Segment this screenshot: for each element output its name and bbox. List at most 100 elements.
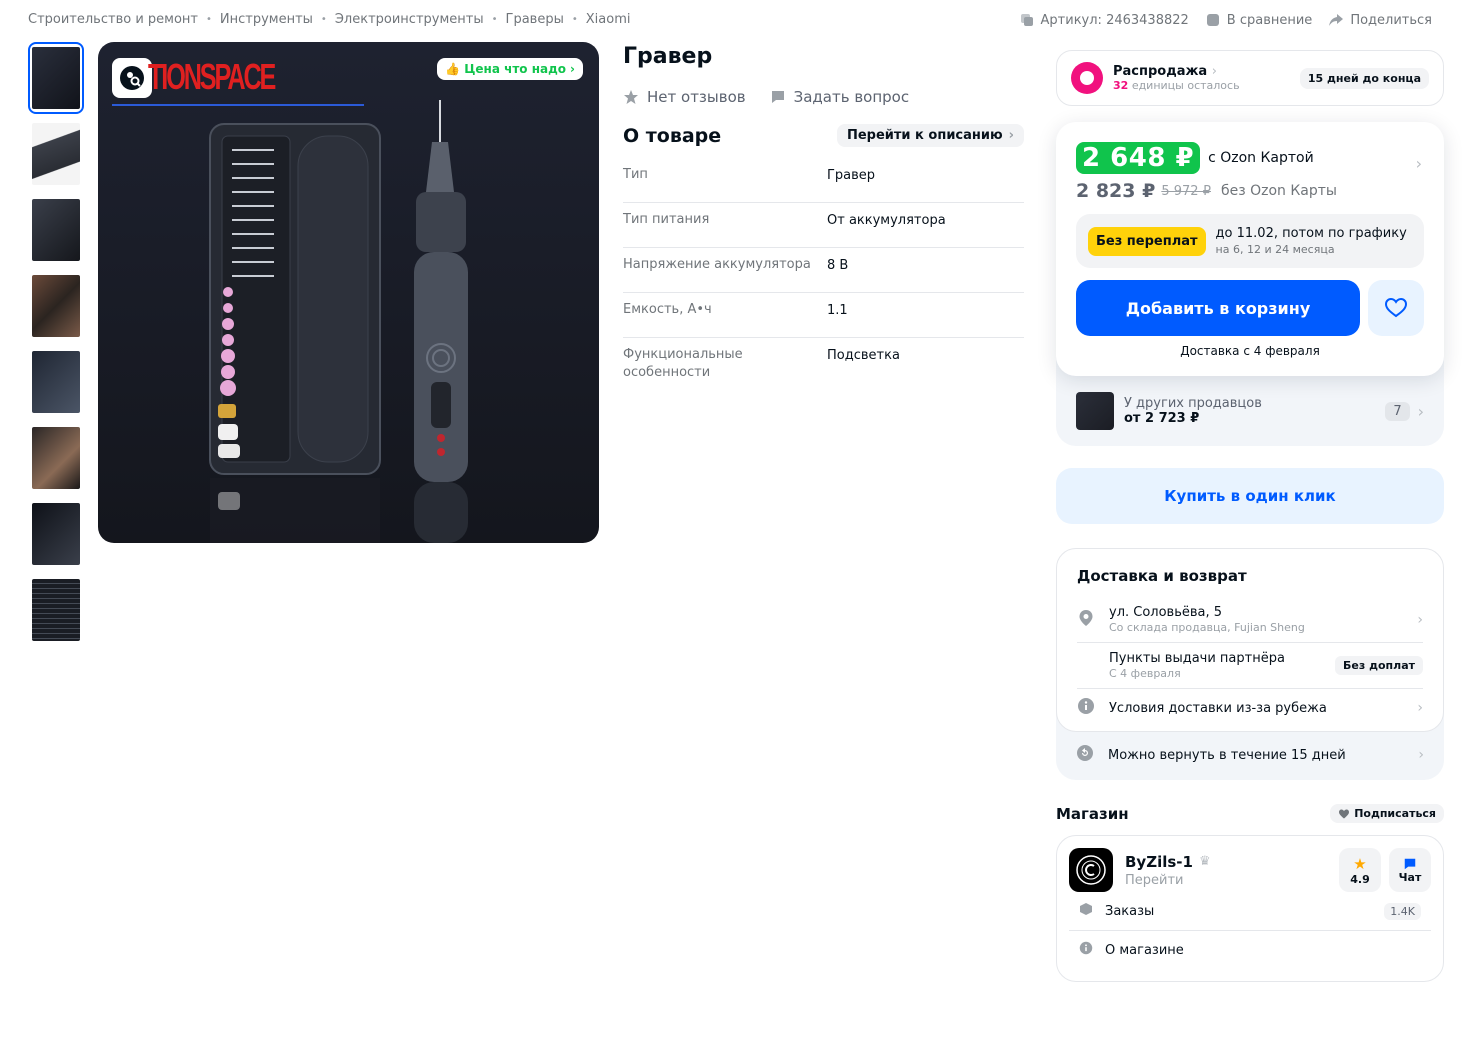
spec-row: Тип питания От аккумулятора xyxy=(623,203,1024,248)
reviews-row: Нет отзывов Задать вопрос xyxy=(623,88,909,106)
breadcrumb-separator: • xyxy=(320,14,327,25)
about-title: О товаре xyxy=(623,124,722,147)
article-number: Артикул: 2463438822 xyxy=(1040,12,1189,28)
breadcrumb: Строительство и ремонт • Инструменты • Э… xyxy=(28,12,630,27)
breadcrumb-separator: • xyxy=(571,14,578,25)
compare-label: В сравнение xyxy=(1226,12,1313,28)
specs-table: Тип Гравер Тип питания От аккумулятора Н… xyxy=(623,158,1024,390)
shop-go-link[interactable]: Перейти xyxy=(1125,873,1211,888)
installment-text: до 11.02, потом по графику xyxy=(1215,226,1407,241)
spec-value: Подсветка xyxy=(827,348,900,363)
thumbnail[interactable] xyxy=(28,270,84,342)
delivery-address: ул. Соловьёва, 5 xyxy=(1109,605,1223,620)
other-sellers-price: от 2 723 ₽ xyxy=(1124,411,1200,426)
delivery-address-row[interactable]: ул. Соловьёва, 5 Со склада продавца, Fuj… xyxy=(1077,597,1423,643)
shop-name[interactable]: ByZils-1 xyxy=(1125,853,1193,871)
thumbnail[interactable] xyxy=(28,194,84,266)
reviews-link[interactable]: Нет отзывов xyxy=(623,88,746,106)
buy-column: Распродажа › 32 единицы осталось 15 дней… xyxy=(1056,50,1444,982)
delivery-address-sub: Со склада продавца, Fujian Sheng xyxy=(1109,621,1305,634)
spec-key: Тип xyxy=(623,167,648,182)
breadcrumb-item[interactable]: Строительство и ремонт xyxy=(28,12,198,27)
shop-logo[interactable] xyxy=(1069,848,1113,892)
spec-value: 1.1 xyxy=(827,303,848,318)
price-card: 2 648 ₽ с Ozon Картой › 2 823 ₽ 5 972 ₽ … xyxy=(1056,122,1444,376)
heart-icon xyxy=(1339,809,1350,818)
breadcrumb-item[interactable]: Xiaomi xyxy=(586,12,631,27)
chat-icon xyxy=(1404,858,1416,869)
spec-row: Функциональные особенности Подсветка xyxy=(623,338,1024,390)
star-icon xyxy=(624,90,638,104)
breadcrumb-item[interactable]: Электроинструменты xyxy=(335,12,484,27)
chevron-right-icon: › xyxy=(1418,747,1424,763)
return-policy-label: Можно вернуть в течение 15 дней xyxy=(1108,747,1346,763)
sale-days-badge: 15 дней до конца xyxy=(1299,67,1429,89)
shop-about-label: О магазине xyxy=(1105,942,1184,958)
shop-header: Магазин Подписаться xyxy=(1056,804,1444,823)
abroad-delivery-row[interactable]: Условия доставки из-за рубежа › xyxy=(1077,689,1423,727)
thumbnail[interactable] xyxy=(28,42,84,114)
shop-orders-label: Заказы xyxy=(1105,903,1155,919)
subscribe-button[interactable]: Подписаться xyxy=(1330,804,1444,823)
ask-question-label: Задать вопрос xyxy=(793,88,910,106)
spec-key: Емкость, А•ч xyxy=(623,302,712,317)
breadcrumb-item[interactable]: Инструменты xyxy=(220,12,313,27)
delivery-card: Доставка и возврат ул. Соловьёва, 5 Со с… xyxy=(1056,548,1444,732)
chevron-right-icon: › xyxy=(1417,611,1423,628)
shop-about-row[interactable]: О магазине xyxy=(1069,931,1431,969)
pickup-points-label: Пункты выдачи партнёра xyxy=(1109,651,1285,666)
chevron-right-icon[interactable]: › xyxy=(1416,154,1422,173)
breadcrumb-separator: • xyxy=(491,14,498,25)
thumbnail[interactable] xyxy=(28,498,84,570)
share-icon xyxy=(1329,14,1344,26)
spec-row: Напряжение аккумулятора 8 В xyxy=(623,248,1024,293)
spec-key: Напряжение аккумулятора xyxy=(623,257,811,272)
article-copy[interactable]: Артикул: 2463438822 xyxy=(1019,12,1189,28)
ask-question-link[interactable]: Задать вопрос xyxy=(770,88,910,106)
shop-rating[interactable]: ★ 4.9 xyxy=(1339,848,1381,892)
location-pin-icon xyxy=(1079,609,1093,626)
goto-description-button[interactable]: Перейти к описанию › xyxy=(836,124,1024,147)
abroad-delivery-label: Условия доставки из-за рубежа xyxy=(1109,700,1327,716)
info-icon xyxy=(1078,698,1094,714)
thumbnail[interactable] xyxy=(28,422,84,494)
breadcrumb-separator: • xyxy=(205,14,212,25)
shop-rating-value: 4.9 xyxy=(1350,872,1370,886)
thumbnail[interactable] xyxy=(28,574,84,646)
delivery-note: Доставка с 4 февраля xyxy=(1180,344,1320,358)
sale-card[interactable]: Распродажа › 32 единицы осталось 15 дней… xyxy=(1056,50,1444,106)
thumbnail[interactable] xyxy=(28,346,84,418)
product-main-image[interactable]: TIONSPACE 👍 Цена что надо › xyxy=(98,42,599,543)
shop-chat-button[interactable]: Чат xyxy=(1389,848,1431,892)
delivery-title: Доставка и возврат xyxy=(1077,567,1247,585)
breadcrumb-item[interactable]: Граверы xyxy=(506,12,564,27)
no-extra-charge-badge: Без доплат xyxy=(1335,656,1423,675)
share-button[interactable]: Поделиться xyxy=(1328,12,1432,28)
add-to-cart-button[interactable]: Добавить в корзину xyxy=(1076,280,1360,336)
pickup-points-row[interactable]: Пункты выдачи партнёра С 4 февраля Без д… xyxy=(1077,643,1423,689)
compare-button[interactable]: В сравнение xyxy=(1205,12,1313,28)
reviews-label: Нет отзывов xyxy=(647,88,746,106)
installment-block[interactable]: Без переплат до 11.02, потом по графику … xyxy=(1076,214,1424,268)
chevron-right-icon: › xyxy=(1417,700,1423,716)
shop-orders-count: 1.4K xyxy=(1384,902,1421,920)
chevron-right-icon: › xyxy=(1008,128,1014,143)
favorite-button[interactable] xyxy=(1368,280,1424,336)
chevron-right-icon: › xyxy=(1211,64,1217,79)
shop-orders-row: Заказы 1.4K xyxy=(1069,892,1431,931)
sale-title: Распродажа xyxy=(1113,64,1208,79)
spec-row: Емкость, А•ч 1.1 xyxy=(623,293,1024,338)
spec-key: Тип питания xyxy=(623,212,710,227)
thumbnail-list xyxy=(28,42,84,650)
card-price: 2 648 ₽ xyxy=(1076,142,1201,174)
shop-chat-label: Чат xyxy=(1398,870,1422,884)
heart-icon xyxy=(1384,297,1408,318)
other-sellers-count: 7 xyxy=(1385,401,1410,421)
installment-sub: на 6, 12 и 24 месяца xyxy=(1215,243,1335,256)
card-price-row[interactable]: 2 648 ₽ с Ozon Картой xyxy=(1076,142,1424,174)
other-sellers-label: У других продавцов xyxy=(1124,396,1262,411)
thumbnail[interactable] xyxy=(28,118,84,190)
buy-one-click-button[interactable]: Купить в один клик xyxy=(1056,468,1444,524)
crown-icon: ♛ xyxy=(1198,854,1211,869)
copy-icon xyxy=(1020,14,1033,26)
